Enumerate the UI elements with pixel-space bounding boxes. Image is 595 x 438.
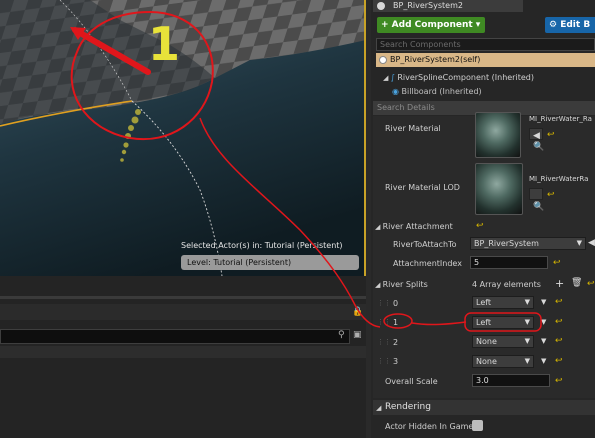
field-value: 3.0: [476, 376, 489, 385]
edit-blueprint-button[interactable]: ⚙ Edit B: [545, 17, 595, 33]
reset-arrow-icon[interactable]: ↩: [555, 317, 563, 327]
chevron-down-icon[interactable]: ▼: [541, 357, 546, 365]
selected-actor-text: Selected Actor(s) in: Tutorial (Persiste…: [181, 241, 343, 250]
split-index: 3: [393, 357, 399, 366]
chevron-down-icon: ▼: [576, 239, 582, 247]
reset-arrow-icon[interactable]: ↩: [555, 336, 563, 346]
split-index: 0: [393, 299, 399, 308]
content-toolbar: [0, 304, 366, 320]
expand-arrow-icon[interactable]: ◢: [375, 223, 383, 231]
reset-arrow-icon[interactable]: ↩: [587, 279, 595, 289]
actor-icon: [379, 56, 387, 64]
field-value: 5: [474, 258, 480, 267]
river-attachment-header[interactable]: ◢ River Attachment: [375, 222, 453, 231]
collapse-arrow-icon[interactable]: ◢: [383, 74, 391, 82]
drag-handle-icon[interactable]: ⋮⋮: [377, 299, 391, 307]
billboard-icon: ◉: [392, 87, 402, 96]
component-label: RiverSplineComponent (Inherited): [397, 73, 534, 82]
component-item-billboard[interactable]: ◉ Billboard (Inherited): [392, 87, 482, 96]
attachment-index-field[interactable]: 5: [470, 256, 548, 269]
content-header: [0, 346, 366, 358]
actor-hidden-label: Actor Hidden In Game: [385, 422, 474, 431]
material-lod-combo[interactable]: [529, 188, 543, 200]
attachment-index-label: AttachmentIndex: [393, 259, 462, 268]
level-indicator: Level: Tutorial (Persistent): [181, 255, 359, 270]
chevron-down-icon: ▼: [524, 318, 530, 326]
component-item-self[interactable]: BP_RiverSystem2(self): [376, 53, 595, 67]
blueprint-tab[interactable]: BP_RiverSystem2: [373, 0, 523, 12]
chevron-down-icon[interactable]: ▼: [541, 318, 546, 326]
chevron-down-icon: ▼: [524, 298, 530, 306]
reset-arrow-icon[interactable]: ↩: [547, 190, 555, 200]
combo-value: None: [476, 357, 497, 366]
river-to-attach-combo[interactable]: BP_RiverSystem ▼: [470, 237, 586, 250]
river-material-lod-label: River Material LOD: [385, 183, 460, 192]
reset-arrow-icon[interactable]: ↩: [555, 297, 563, 307]
chevron-down-icon: ▼: [524, 337, 530, 345]
reset-arrow-icon[interactable]: ↩: [555, 356, 563, 366]
split-2-combo[interactable]: None ▼: [472, 335, 534, 348]
section-label: River Splits: [382, 280, 428, 289]
chevron-down-icon[interactable]: ▼: [541, 337, 546, 345]
drag-handle-icon[interactable]: ⋮⋮: [377, 318, 391, 326]
reset-arrow-icon[interactable]: ↩: [476, 221, 484, 231]
river-splits-count: 4 Array elements: [472, 280, 541, 289]
panel-splitter[interactable]: [0, 296, 366, 299]
river-material-lod-value: MI_RiverWaterRa: [529, 175, 589, 183]
component-search-input[interactable]: Search Components: [376, 38, 595, 51]
expand-arrow-icon[interactable]: ◢: [376, 404, 381, 412]
search-icon[interactable]: ⚲: [338, 330, 345, 340]
chevron-down-icon: ▼: [524, 357, 530, 365]
section-label: River Attachment: [382, 222, 453, 231]
combo-value: Left: [476, 298, 492, 307]
level-viewport[interactable]: Selected Actor(s) in: Tutorial (Persiste…: [0, 0, 366, 276]
combo-value: BP_RiverSystem: [474, 239, 539, 248]
combo-value: Left: [476, 318, 492, 327]
blueprint-icon: ⚙: [549, 20, 561, 30]
split-0-combo[interactable]: Left ▼: [472, 296, 534, 309]
split-3-combo[interactable]: None ▼: [472, 355, 534, 368]
river-to-attach-label: RiverToAttachTo: [393, 240, 457, 249]
browse-icon[interactable]: 🔍: [533, 202, 544, 212]
expand-arrow-icon[interactable]: ◢: [375, 281, 383, 289]
split-1-combo[interactable]: Left ▼: [472, 316, 534, 329]
reset-arrow-icon[interactable]: ↩: [555, 376, 563, 386]
combo-value: None: [476, 337, 497, 346]
river-splits-header[interactable]: ◢ River Splits: [375, 280, 428, 289]
component-label: Billboard (Inherited): [401, 87, 482, 96]
content-search-input[interactable]: [0, 329, 350, 344]
add-component-button[interactable]: + Add Component ▾: [377, 17, 485, 33]
material-thumbnail[interactable]: [475, 112, 521, 158]
use-selected-arrow-icon[interactable]: ◀: [533, 131, 540, 141]
split-index: 1: [393, 318, 399, 327]
add-element-icon[interactable]: +: [555, 277, 564, 290]
save-icon[interactable]: ▣: [353, 330, 362, 340]
rendering-section-header[interactable]: Rendering: [373, 400, 595, 415]
chevron-down-icon[interactable]: ▼: [541, 298, 546, 306]
river-material-value: MI_RiverWater_Ra: [529, 115, 592, 123]
use-selected-arrow-icon[interactable]: ◀: [588, 238, 595, 248]
overall-scale-label: Overall Scale: [385, 377, 438, 386]
section-label: Rendering: [385, 402, 431, 412]
reset-arrow-icon[interactable]: ↩: [553, 258, 561, 268]
material-lod-thumbnail[interactable]: [475, 163, 523, 215]
river-material-label: River Material: [385, 124, 441, 133]
overall-scale-field[interactable]: 3.0: [472, 374, 550, 387]
viewport-scene: [0, 0, 366, 276]
reset-arrow-icon[interactable]: ↩: [547, 130, 555, 140]
edit-blueprint-label: Edit B: [560, 20, 591, 30]
drag-handle-icon[interactable]: ⋮⋮: [377, 357, 391, 365]
split-index: 2: [393, 338, 399, 347]
trash-icon[interactable]: 🗑: [571, 278, 582, 288]
lock-icon[interactable]: 🔒: [352, 307, 363, 317]
drag-handle-icon[interactable]: ⋮⋮: [377, 338, 391, 346]
browse-icon[interactable]: 🔍: [533, 142, 544, 152]
actor-icon: [377, 2, 385, 10]
component-item-spline[interactable]: ◢ ∫ RiverSplineComponent (Inherited): [383, 73, 534, 82]
actor-hidden-checkbox[interactable]: [472, 420, 483, 431]
